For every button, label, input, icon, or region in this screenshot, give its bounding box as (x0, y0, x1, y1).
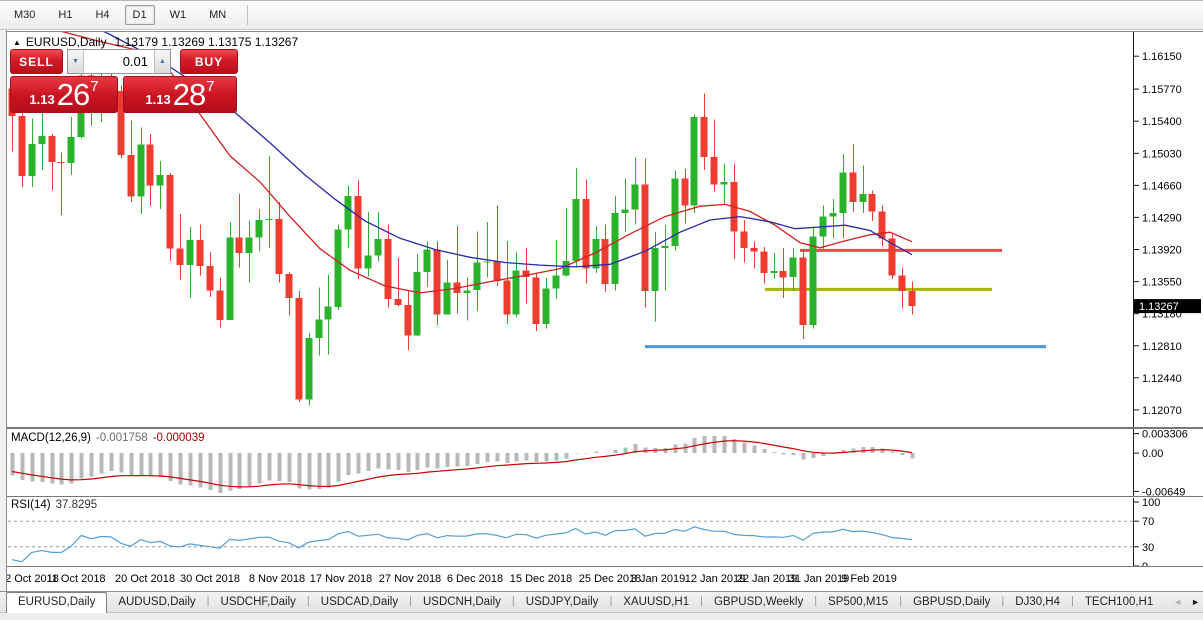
svg-text:1.13267: 1.13267 (1139, 301, 1179, 313)
svg-text:1.15400: 1.15400 (1142, 116, 1182, 128)
svg-text:1.15770: 1.15770 (1142, 84, 1182, 96)
collapse-triangle-icon[interactable]: ▲ (13, 38, 21, 47)
svg-text:0.00: 0.00 (1142, 448, 1163, 460)
timeframe-button-mn[interactable]: MN (201, 5, 234, 25)
svg-text:100: 100 (1142, 498, 1160, 509)
tab-scroll-left-icon[interactable]: ◄ (1173, 597, 1182, 607)
tab-eurusd-daily[interactable]: EURUSD,Daily (6, 592, 107, 613)
tab-gbpusd-daily[interactable]: GBPUSD,Daily (902, 593, 1001, 612)
rsi-indicator-panel[interactable]: 10070300 (0, 498, 1203, 567)
volume-input[interactable]: 0.01 (84, 50, 154, 73)
svg-text:1.13920: 1.13920 (1142, 245, 1182, 257)
svg-text:1.12070: 1.12070 (1142, 405, 1182, 417)
timeframe-button-h4[interactable]: H4 (87, 5, 117, 25)
chart-title: ▲ EURUSD,Daily 1.13179 1.13269 1.13175 1.1… (13, 35, 298, 49)
sell-button[interactable]: SELL (10, 49, 63, 74)
buy-price-sup: 7 (206, 78, 214, 95)
rsi-title: RSI(14) 37.8295 (11, 499, 97, 511)
svg-text:17 Nov 2018: 17 Nov 2018 (310, 573, 372, 585)
volume-stepper: ▼ 0.01 ▲ (67, 49, 171, 74)
svg-text:1.14290: 1.14290 (1142, 212, 1182, 224)
svg-text:1.12440: 1.12440 (1142, 373, 1182, 385)
tab-usdcnh-daily[interactable]: USDCNH,Daily (412, 593, 512, 612)
volume-decrease-icon[interactable]: ▼ (68, 50, 84, 73)
svg-text:70: 70 (1142, 516, 1154, 528)
date-axis-labels: 2 Oct 201811 Oct 201820 Oct 201830 Oct 2… (5, 573, 897, 585)
macd-main-value: -0.001758 (96, 432, 148, 444)
macd-title: MACD(12,26,9) -0.001758 -0.000039 (11, 432, 204, 444)
timeframe-toolbar: M30 H1 H4 D1 W1 MN (0, 0, 1203, 30)
svg-text:3 Jan 2019: 3 Jan 2019 (631, 573, 685, 585)
buy-button[interactable]: BUY (180, 49, 238, 74)
timeframe-button-w1[interactable]: W1 (162, 5, 195, 25)
tab-usdchf-daily[interactable]: USDCHF,Daily (210, 593, 307, 612)
svg-text:15 Dec 2018: 15 Dec 2018 (510, 573, 572, 585)
tab-gbpusd-weekly[interactable]: GBPUSD,Weekly (703, 593, 814, 612)
macd-signal-value: -0.000039 (153, 432, 205, 444)
svg-text:1.16150: 1.16150 (1142, 51, 1182, 63)
one-click-trade-widget: SELL ▼ 0.01 ▲ BUY 1.13267 1.13287 (10, 49, 238, 113)
tab-dj30-h4[interactable]: DJ30,H4 (1004, 593, 1071, 612)
buy-price-big: 28 (173, 79, 205, 110)
svg-text:27 Nov 2018: 27 Nov 2018 (379, 573, 441, 585)
tab-tech100-h1[interactable]: TECH100,H1 (1074, 593, 1164, 612)
tab-usdjpy-daily[interactable]: USDJPY,Daily (515, 593, 610, 612)
svg-text:6 Dec 2018: 6 Dec 2018 (447, 573, 503, 585)
tab-audusd-daily[interactable]: AUDUSD,Daily (107, 593, 206, 612)
svg-text:11 Oct 2018: 11 Oct 2018 (46, 573, 105, 585)
chart-window-left-frame (0, 30, 7, 591)
sell-price-sup: 7 (90, 78, 98, 95)
svg-text:1.12810: 1.12810 (1142, 341, 1182, 353)
timeframe-button-m30[interactable]: M30 (6, 5, 43, 25)
macd-indicator-name: MACD(12,26,9) (11, 432, 91, 444)
svg-text:8 Nov 2018: 8 Nov 2018 (249, 573, 305, 585)
tab-xauusd-h1[interactable]: XAUUSD,H1 (612, 593, 700, 612)
buy-price-prefix: 1.13 (145, 92, 170, 107)
rsi-indicator-name: RSI(14) (11, 499, 51, 511)
tab-scroll-right-icon[interactable]: ► (1191, 597, 1200, 607)
svg-text:9 Feb 2019: 9 Feb 2019 (841, 573, 897, 585)
svg-text:0.003306: 0.003306 (1142, 429, 1188, 441)
chart-ohlc-quote: 1.13179 1.13269 1.13175 1.13267 (115, 35, 299, 49)
svg-text:20 Oct 2018: 20 Oct 2018 (115, 573, 175, 585)
current-price-tag: 1.13267 (1134, 299, 1201, 313)
symbol-tab-bar: EURUSD,DailyAUDUSD,Daily|USDCHF,Daily|US… (0, 591, 1203, 613)
chart-window: 1.16150 1.15770 1.15400 1.15030 1.14660 1.142… (0, 30, 1203, 591)
svg-text:1.13550: 1.13550 (1142, 277, 1182, 289)
volume-increase-icon[interactable]: ▲ (154, 50, 170, 73)
buy-price-tile[interactable]: 1.13287 (123, 76, 237, 113)
sell-price-tile[interactable]: 1.13267 (10, 76, 118, 113)
svg-text:30 Oct 2018: 30 Oct 2018 (180, 573, 240, 585)
sell-price-prefix: 1.13 (29, 92, 54, 107)
timeframe-button-h1[interactable]: H1 (50, 5, 80, 25)
toolbar-separator (247, 5, 248, 25)
tab-scroll-controls: ◄ ► (1173, 592, 1200, 612)
timeframe-button-d1[interactable]: D1 (125, 5, 155, 25)
bottom-strip (0, 614, 1203, 620)
rsi-value: 37.8295 (56, 499, 98, 511)
sell-price-big: 26 (57, 79, 89, 110)
svg-text:30: 30 (1142, 542, 1154, 554)
svg-text:1.15030: 1.15030 (1142, 148, 1182, 160)
time-axis: 2 Oct 201811 Oct 201820 Oct 201830 Oct 2… (0, 567, 1203, 591)
tab-usdcad-daily[interactable]: USDCAD,Daily (310, 593, 409, 612)
chart-symbol-period: EURUSD,Daily (26, 35, 107, 49)
tab-sp500-m15[interactable]: SP500,M15 (817, 593, 899, 612)
svg-text:1.14660: 1.14660 (1142, 180, 1182, 192)
